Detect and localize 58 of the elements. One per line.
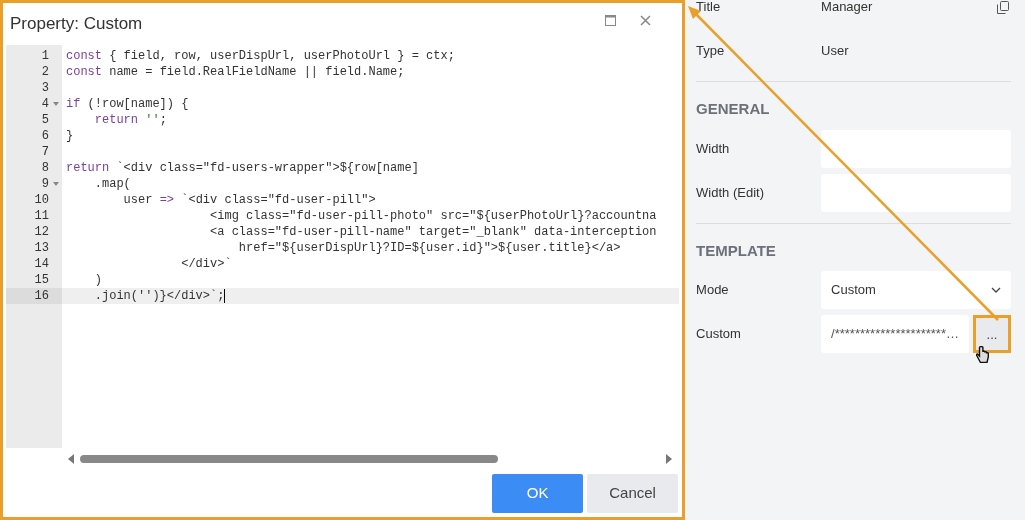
close-icon[interactable] <box>640 15 652 26</box>
cancel-button[interactable]: Cancel <box>587 474 679 513</box>
text-cursor <box>224 288 226 303</box>
line-number: 16 <box>34 289 49 303</box>
field-label: Mode <box>696 282 729 298</box>
field-label: Width <box>696 140 730 156</box>
dialog-title: Property: Custom <box>10 13 143 35</box>
line-number: 2 <box>41 65 49 79</box>
code-line: </div>` <box>180 257 232 271</box>
code-line: <img class="fd-user-pill-photo" src="${userPhotoUrl}?accountna <box>209 209 657 223</box>
section-heading: TEMPLATE <box>696 240 777 261</box>
code-line: <a class="fd-user-pill-name" target="_blank" data-interception <box>209 225 657 239</box>
chevron-down-icon <box>991 287 1001 293</box>
code-line: const { field, row, userDispUrl, userPhotoUrl } = ctx; <box>66 49 455 63</box>
code-line: .join('')}</div>`; <box>93 289 225 303</box>
line-number: 14 <box>34 257 49 271</box>
field-label: Title <box>696 0 721 15</box>
code-line: href="${userDispUrl}?ID=${user.id}">${user.title}</a> <box>237 241 621 255</box>
section-heading: GENERAL <box>696 99 771 119</box>
input-field[interactable] <box>821 173 1011 212</box>
line-number: 15 <box>34 273 49 287</box>
code-line: ) <box>93 273 102 287</box>
line-number: 10 <box>34 193 49 207</box>
line-number: 1 <box>41 49 49 63</box>
field-label: Type <box>696 43 725 59</box>
line-number: 8 <box>41 161 49 175</box>
code-line: const name = field.RealFieldName || field.Name; <box>66 65 405 79</box>
fold-icon[interactable] <box>53 102 59 106</box>
fold-icon[interactable] <box>53 182 59 186</box>
field-value: User <box>821 43 849 59</box>
code-line: return `<div class="fd-users-wrapper">${row[name] <box>66 161 419 175</box>
line-number: 4 <box>41 97 49 111</box>
line-number: 13 <box>34 241 49 255</box>
field-label: Custom <box>696 326 741 342</box>
code-line: if (!row[name]) { <box>66 97 189 111</box>
scroll-right-icon[interactable] <box>666 454 673 464</box>
copy-icon[interactable] <box>997 0 1009 14</box>
line-number: 12 <box>34 225 49 239</box>
code-line: return ''; <box>93 113 167 127</box>
maximize-icon[interactable] <box>605 15 617 26</box>
template-field[interactable]: /**********************… <box>821 315 969 353</box>
line-number: 11 <box>34 209 49 223</box>
line-number: 7 <box>41 145 49 159</box>
dropdown-field[interactable]: Custom <box>821 271 1011 309</box>
line-number: 9 <box>41 177 49 191</box>
input-field[interactable] <box>821 129 1011 168</box>
field-label: Width (Edit) <box>696 184 764 200</box>
scroll-left-icon[interactable] <box>68 454 74 464</box>
code-line: } <box>66 129 74 143</box>
line-number: 3 <box>41 81 49 95</box>
line-number: 6 <box>41 129 49 143</box>
field-value: Manager <box>821 0 873 15</box>
ellipsis-button[interactable]: ... <box>973 315 1011 353</box>
scrollbar-thumb[interactable] <box>80 455 498 463</box>
hand-cursor-icon <box>976 345 989 363</box>
code-line: user => `<div class="fd-user-pill"> <box>122 193 376 207</box>
line-number: 5 <box>41 113 49 127</box>
code-line: .map( <box>93 177 131 191</box>
